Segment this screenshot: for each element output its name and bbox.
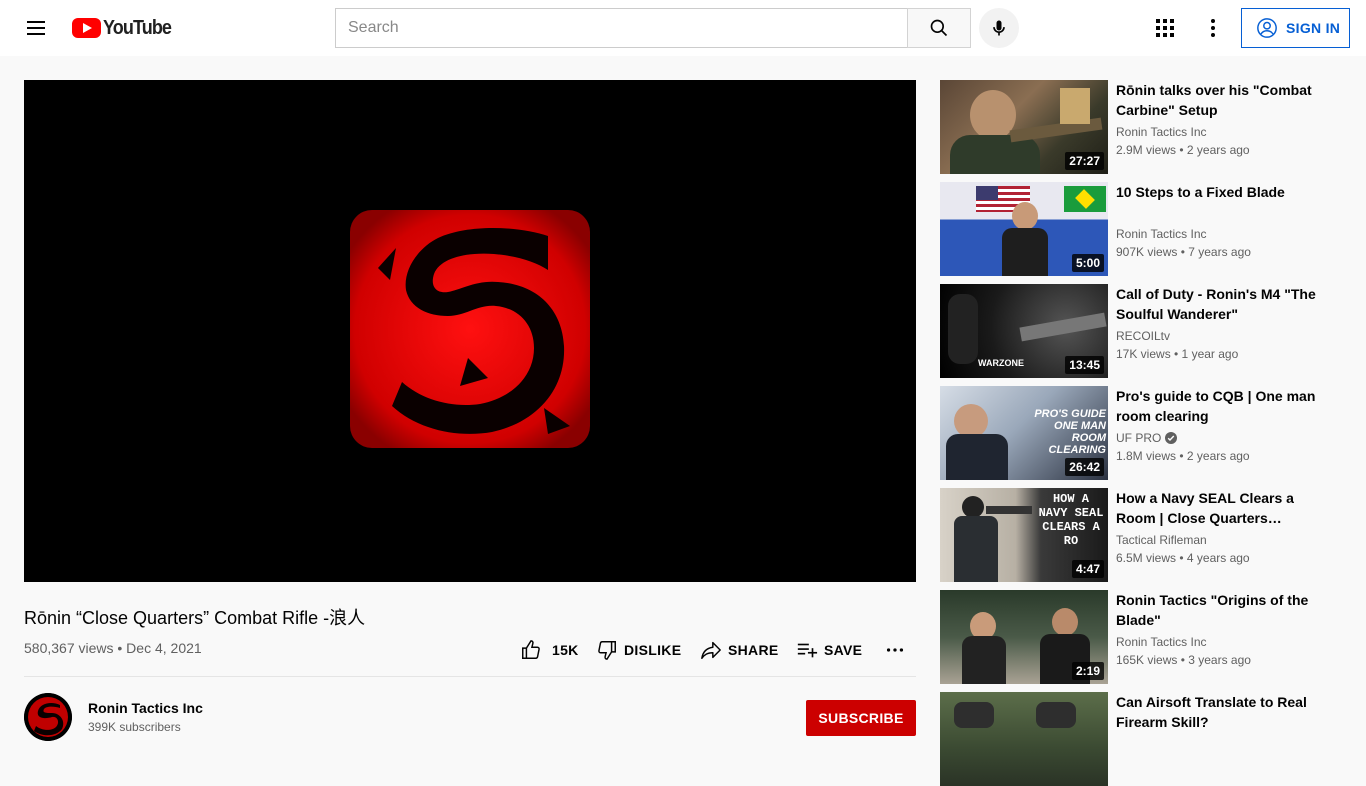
video-duration: 27:27 — [1065, 152, 1104, 170]
search-box — [335, 8, 908, 48]
youtube-logo[interactable]: YouTube — [72, 17, 179, 39]
video-thumbnail[interactable]: 27:27 — [940, 80, 1108, 174]
sign-in-label: SIGN IN — [1286, 20, 1341, 36]
search-icon — [930, 19, 948, 37]
video-title: Ronin Tactics "Origins of the Blade" — [1116, 592, 1309, 628]
channel-name: Ronin Tactics Inc — [1116, 125, 1207, 139]
like-button[interactable]: 15K — [520, 636, 579, 664]
video-stats: 17K views • 1 year ago — [1116, 347, 1239, 361]
video-title: How a Navy SEAL Clears a Room | Close Qu… — [1116, 490, 1294, 526]
channel-name: RECOILtv — [1116, 329, 1171, 343]
video-stats: 2.9M views • 2 years ago — [1116, 143, 1250, 157]
share-label: SHARE — [728, 642, 779, 658]
video-title: Call of Duty - Ronin's M4 "The Soulful W… — [1116, 286, 1316, 322]
thumbnail-text: PRO'S GUIDE ONE MAN ROOM CLEARING — [1034, 408, 1106, 456]
video-stats: 6.5M views • 4 years ago — [1116, 551, 1250, 565]
recommended-video[interactable]: 27:27 Rōnin talks over his "Combat Carbi… — [940, 80, 1340, 174]
video-stats: 165K views • 3 years ago — [1116, 653, 1251, 667]
youtube-play-icon — [72, 18, 101, 38]
dislike-label: DISLIKE — [624, 642, 682, 658]
subscriber-count: 399K subscribers — [88, 720, 181, 734]
search-button[interactable] — [907, 8, 971, 48]
more-vertical-icon — [1211, 19, 1215, 37]
more-actions-button[interactable] — [884, 636, 906, 664]
search-input[interactable] — [336, 9, 908, 47]
recommended-video[interactable]: PRO'S GUIDE ONE MAN ROOM CLEARING 26:42 … — [940, 386, 1340, 480]
video-stats: 907K views • 7 years ago — [1116, 245, 1251, 259]
channel-name[interactable]: Ronin Tactics Inc — [88, 700, 203, 716]
video-title: 10 Steps to a Fixed Blade — [1116, 184, 1285, 200]
playlist-add-icon — [797, 643, 818, 658]
brazil-flag — [1064, 186, 1106, 212]
apps-grid-icon — [1156, 19, 1174, 37]
video-duration: 5:00 — [1071, 254, 1104, 272]
video-thumbnail[interactable]: WARZONE 13:45 — [940, 284, 1108, 378]
video-duration: 26:42 — [1065, 458, 1104, 476]
video-title: Rōnin “Close Quarters” Combat Rifle -浪人 — [24, 608, 366, 628]
channel-name: UF PRO — [1116, 431, 1178, 445]
video-player[interactable] — [24, 80, 916, 582]
masthead: YouTube SIGN IN — [0, 0, 1366, 56]
more-horizontal-icon — [886, 648, 904, 652]
thumbs-down-icon — [598, 641, 616, 660]
channel-name: Tactical Rifleman — [1116, 533, 1207, 547]
apps-button[interactable] — [1149, 12, 1181, 44]
video-title: Pro's guide to CQB | One man room cleari… — [1116, 388, 1316, 424]
share-icon — [701, 641, 721, 659]
divider — [24, 676, 916, 677]
save-label: SAVE — [824, 642, 863, 658]
video-duration: 4:47 — [1071, 560, 1104, 578]
video-thumbnail[interactable]: PRO'S GUIDE ONE MAN ROOM CLEARING 26:42 — [940, 386, 1108, 480]
channel-avatar[interactable] — [24, 693, 72, 741]
video-thumbnail[interactable]: 5:00 — [940, 182, 1108, 276]
recommended-video[interactable]: HOW A NAVY SEAL CLEARS A RO 4:47 How a N… — [940, 488, 1340, 582]
recommended-video[interactable]: Can Airsoft Translate to Real Firearm Sk… — [940, 692, 1340, 786]
like-count: 15K — [552, 642, 579, 658]
video-title: Rōnin talks over his "Combat Carbine" Se… — [1116, 82, 1312, 118]
channel-name: Ronin Tactics Inc — [1116, 227, 1207, 241]
voice-search-button[interactable] — [979, 8, 1019, 48]
dislike-button[interactable]: DISLIKE — [596, 636, 681, 664]
microphone-icon — [993, 20, 1005, 36]
video-thumbnail[interactable]: HOW A NAVY SEAL CLEARS A RO 4:47 — [940, 488, 1108, 582]
video-views-date: 580,367 views • Dec 4, 2021 — [24, 640, 202, 656]
share-button[interactable]: SHARE — [700, 636, 779, 664]
recommended-video[interactable]: WARZONE 13:45 Call of Duty - Ronin's M4 … — [940, 284, 1340, 378]
account-icon — [1257, 18, 1277, 38]
video-title: Can Airsoft Translate to Real Firearm Sk… — [1116, 694, 1307, 730]
video-thumbnail[interactable]: 2:19 — [940, 590, 1108, 684]
channel-avatar-image — [24, 693, 72, 741]
logo-text: YouTube — [103, 16, 172, 39]
sign-in-button[interactable]: SIGN IN — [1241, 8, 1350, 48]
settings-menu-button[interactable] — [1197, 12, 1229, 44]
thumbnail-text: WARZONE — [978, 358, 1024, 368]
guide-menu-button[interactable] — [20, 12, 52, 44]
recommended-video[interactable]: 2:19 Ronin Tactics "Origins of the Blade… — [940, 590, 1340, 684]
video-duration: 13:45 — [1065, 356, 1104, 374]
video-duration: 2:19 — [1071, 662, 1104, 680]
channel-name: Ronin Tactics Inc — [1116, 635, 1207, 649]
ronin-seal-logo — [350, 210, 590, 448]
verified-badge-icon — [1165, 432, 1178, 444]
subscribe-button[interactable]: SUBSCRIBE — [806, 700, 916, 736]
save-button[interactable]: SAVE — [796, 636, 862, 664]
video-thumbnail[interactable] — [940, 692, 1108, 786]
thumbs-up-icon — [522, 640, 540, 659]
thumbnail-text: HOW A NAVY SEAL CLEARS A RO — [1038, 492, 1104, 548]
recommended-video[interactable]: 5:00 10 Steps to a Fixed Blade Ronin Tac… — [940, 182, 1340, 276]
hamburger-icon — [27, 21, 45, 23]
video-stats: 1.8M views • 2 years ago — [1116, 449, 1250, 463]
